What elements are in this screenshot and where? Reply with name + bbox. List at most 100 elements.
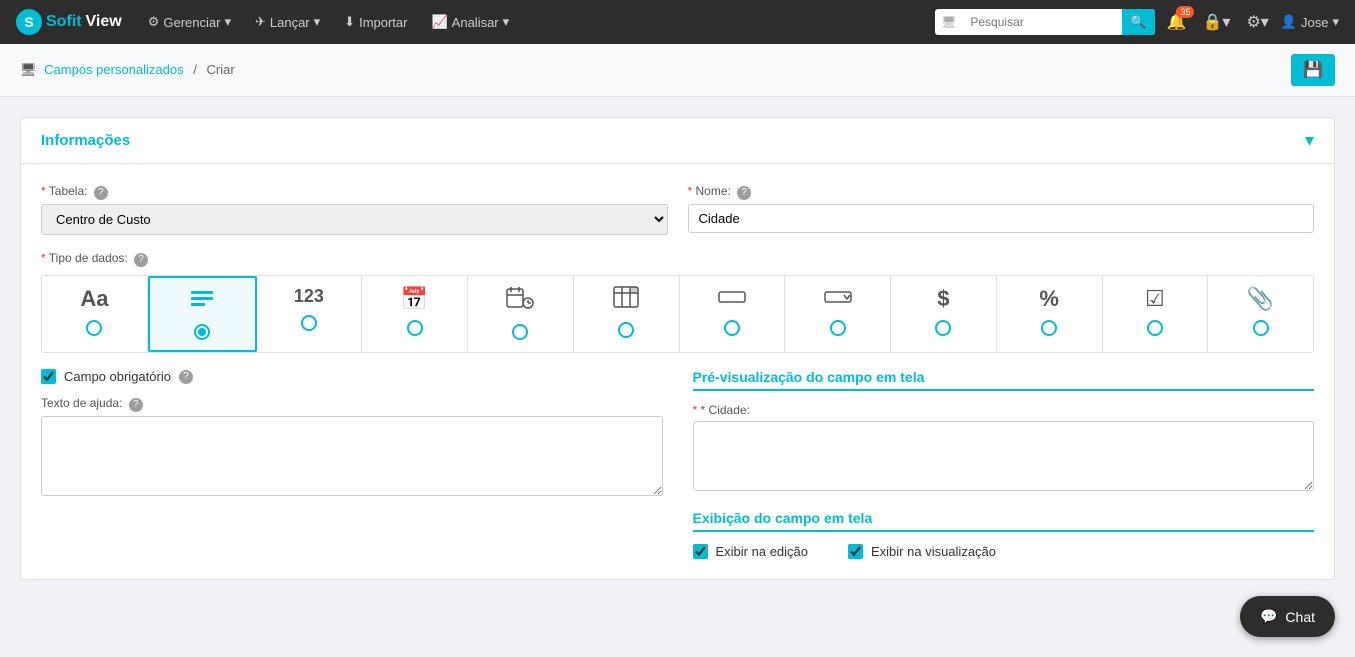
preview-title: Pré-visualização do campo em tela [693,369,1315,391]
campo-obrigatorio-help-icon[interactable]: ? [179,370,193,384]
data-type-percent[interactable]: % [997,276,1103,352]
texto-ajuda-group: Texto de ajuda: ? [41,396,663,499]
text-radio[interactable] [86,320,102,336]
texto-ajuda-help-icon[interactable]: ? [129,398,143,412]
percent-radio[interactable] [1041,320,1057,336]
date-radio[interactable] [407,320,423,336]
lower-right: Pré-visualização do campo em tela * * Ci… [693,369,1315,559]
grid-icon [613,286,639,314]
preview-textarea[interactable] [693,421,1315,491]
data-type-text[interactable]: Aa [42,276,148,352]
singleline-radio[interactable] [724,320,740,336]
screen-icon: 🖥 [935,11,962,33]
card-title: Informações [41,132,130,149]
currency-radio[interactable] [935,320,951,336]
attachment-icon: 📎 [1247,286,1274,312]
percent-icon: % [1039,286,1059,312]
lower-left: Campo obrigatório ? Texto de ajuda: ? [41,369,663,559]
data-type-number[interactable]: 123 [257,276,363,352]
data-type-dropdown[interactable] [785,276,891,352]
brand: S Sofit View [16,9,122,35]
preview-field-label: * * Cidade: [693,403,1315,417]
user-menu[interactable]: 👤 Jose ▾ [1281,14,1339,30]
campo-obrigatorio-row: Campo obrigatório ? [41,369,663,384]
text-icon: Aa [80,286,108,312]
breadcrumb-separator: / [193,62,197,77]
data-type-grid: Aa [41,275,1314,353]
breadcrumb-parent[interactable]: Campos personalizados [44,62,183,77]
data-type-date[interactable]: 📅 [362,276,468,352]
network-icon[interactable]: ⚙▾ [1242,12,1272,32]
navbar: S Sofit View ⚙ Gerenciar ▾ ✈ Lançar ▾ ⬇ … [0,0,1355,44]
brand-view: View [86,13,122,31]
display-title: Exibição do campo em tela [693,510,1315,532]
main-content: Informações ▾ * Tabela: ? Centro de Cust… [0,97,1355,620]
tabela-label: * Tabela: ? [41,184,668,200]
search-button[interactable]: 🔍 [1122,9,1154,35]
notification-bell[interactable]: 🔔 35 [1163,12,1191,32]
nav-item-importar[interactable]: ⬇ Importar [334,0,417,44]
chat-button[interactable]: 💬 Chat [1240,596,1335,637]
texto-ajuda-label: Texto de ajuda: ? [41,396,663,412]
notification-badge: 35 [1176,6,1194,18]
display-checkboxes: Exibir na edição Exibir na visualização [693,544,1315,559]
nav-item-analisar[interactable]: 📈 Analisar ▾ [421,0,519,44]
lock-icon[interactable]: 🔒▾ [1198,12,1234,32]
informacoes-card: Informações ▾ * Tabela: ? Centro de Cust… [20,117,1335,580]
nav-item-analisar-label: Analisar [452,15,499,30]
data-type-datetime[interactable] [468,276,574,352]
search-input[interactable] [962,11,1122,33]
user-icon: 👤 [1281,14,1297,30]
nav-item-lancar[interactable]: ✈ Lançar ▾ [245,0,330,44]
data-type-singleline[interactable] [680,276,786,352]
date-icon: 📅 [401,286,428,312]
data-type-checkbox-type[interactable]: ☑ [1103,276,1209,352]
attachment-radio[interactable] [1253,320,1269,336]
save-button[interactable]: 💾 [1291,54,1335,86]
nome-help-icon[interactable]: ? [737,186,751,200]
texto-ajuda-textarea[interactable] [41,416,663,496]
dropdown-radio[interactable] [830,320,846,336]
nav-item-gerenciar[interactable]: ⚙ Gerenciar ▾ [138,0,241,44]
launch-icon: ✈ [255,14,266,30]
data-type-attachment[interactable]: 📎 [1208,276,1313,352]
data-type-textarea[interactable] [148,276,257,352]
nav-item-lancar-label: Lançar [270,15,310,30]
campo-obrigatorio-label: Campo obrigatório [64,369,171,384]
chat-bubble-icon: 💬 [1260,608,1277,625]
tipo-dados-help-icon[interactable]: ? [134,253,148,267]
card-collapse-icon[interactable]: ▾ [1305,130,1314,151]
checkbox-type-icon: ☑ [1145,286,1165,312]
display-section: Exibição do campo em tela Exibir na ediç… [693,510,1315,559]
tabela-help-icon[interactable]: ? [94,186,108,200]
exibir-visualizacao-label: Exibir na visualização [871,544,996,559]
nav-item-gerenciar-label: Gerenciar [163,15,220,30]
exibir-edicao-checkbox[interactable] [693,544,708,559]
nav-item-importar-label: Importar [359,15,407,30]
exibir-visualizacao-item: Exibir na visualização [848,544,996,559]
number-radio[interactable] [301,315,317,331]
lower-row: Campo obrigatório ? Texto de ajuda: ? [41,369,1314,559]
checkbox-type-radio[interactable] [1147,320,1163,336]
nav-right: 🖥 🔍 🔔 35 🔒▾ ⚙▾ 👤 Jose ▾ [935,9,1339,35]
campo-obrigatorio-checkbox[interactable] [41,369,56,384]
user-name: Jose [1301,15,1328,30]
tipo-dados-label: * Tipo de dados: ? [41,251,1314,267]
screen-icon-2: 🖥 [20,62,37,77]
exibir-edicao-item: Exibir na edição [693,544,809,559]
chevron-down-icon: ▾ [224,14,231,30]
textarea-radio[interactable] [194,324,210,340]
exibir-edicao-label: Exibir na edição [716,544,809,559]
data-type-grid-field[interactable] [574,276,680,352]
tabela-select[interactable]: Centro de Custo Clientes Projetos Tarefa… [41,204,668,235]
breadcrumb-bar: 🖥 Campos personalizados / Criar 💾 [0,44,1355,97]
currency-icon: $ [937,286,949,312]
datetime-radio[interactable] [512,324,528,340]
data-type-currency[interactable]: $ [891,276,997,352]
nome-input[interactable] [688,204,1315,233]
grid-radio[interactable] [618,322,634,338]
number-icon: 123 [294,286,324,307]
chevron-down-icon-2: ▾ [314,14,321,30]
exibir-visualizacao-checkbox[interactable] [848,544,863,559]
textarea-icon [189,288,215,316]
